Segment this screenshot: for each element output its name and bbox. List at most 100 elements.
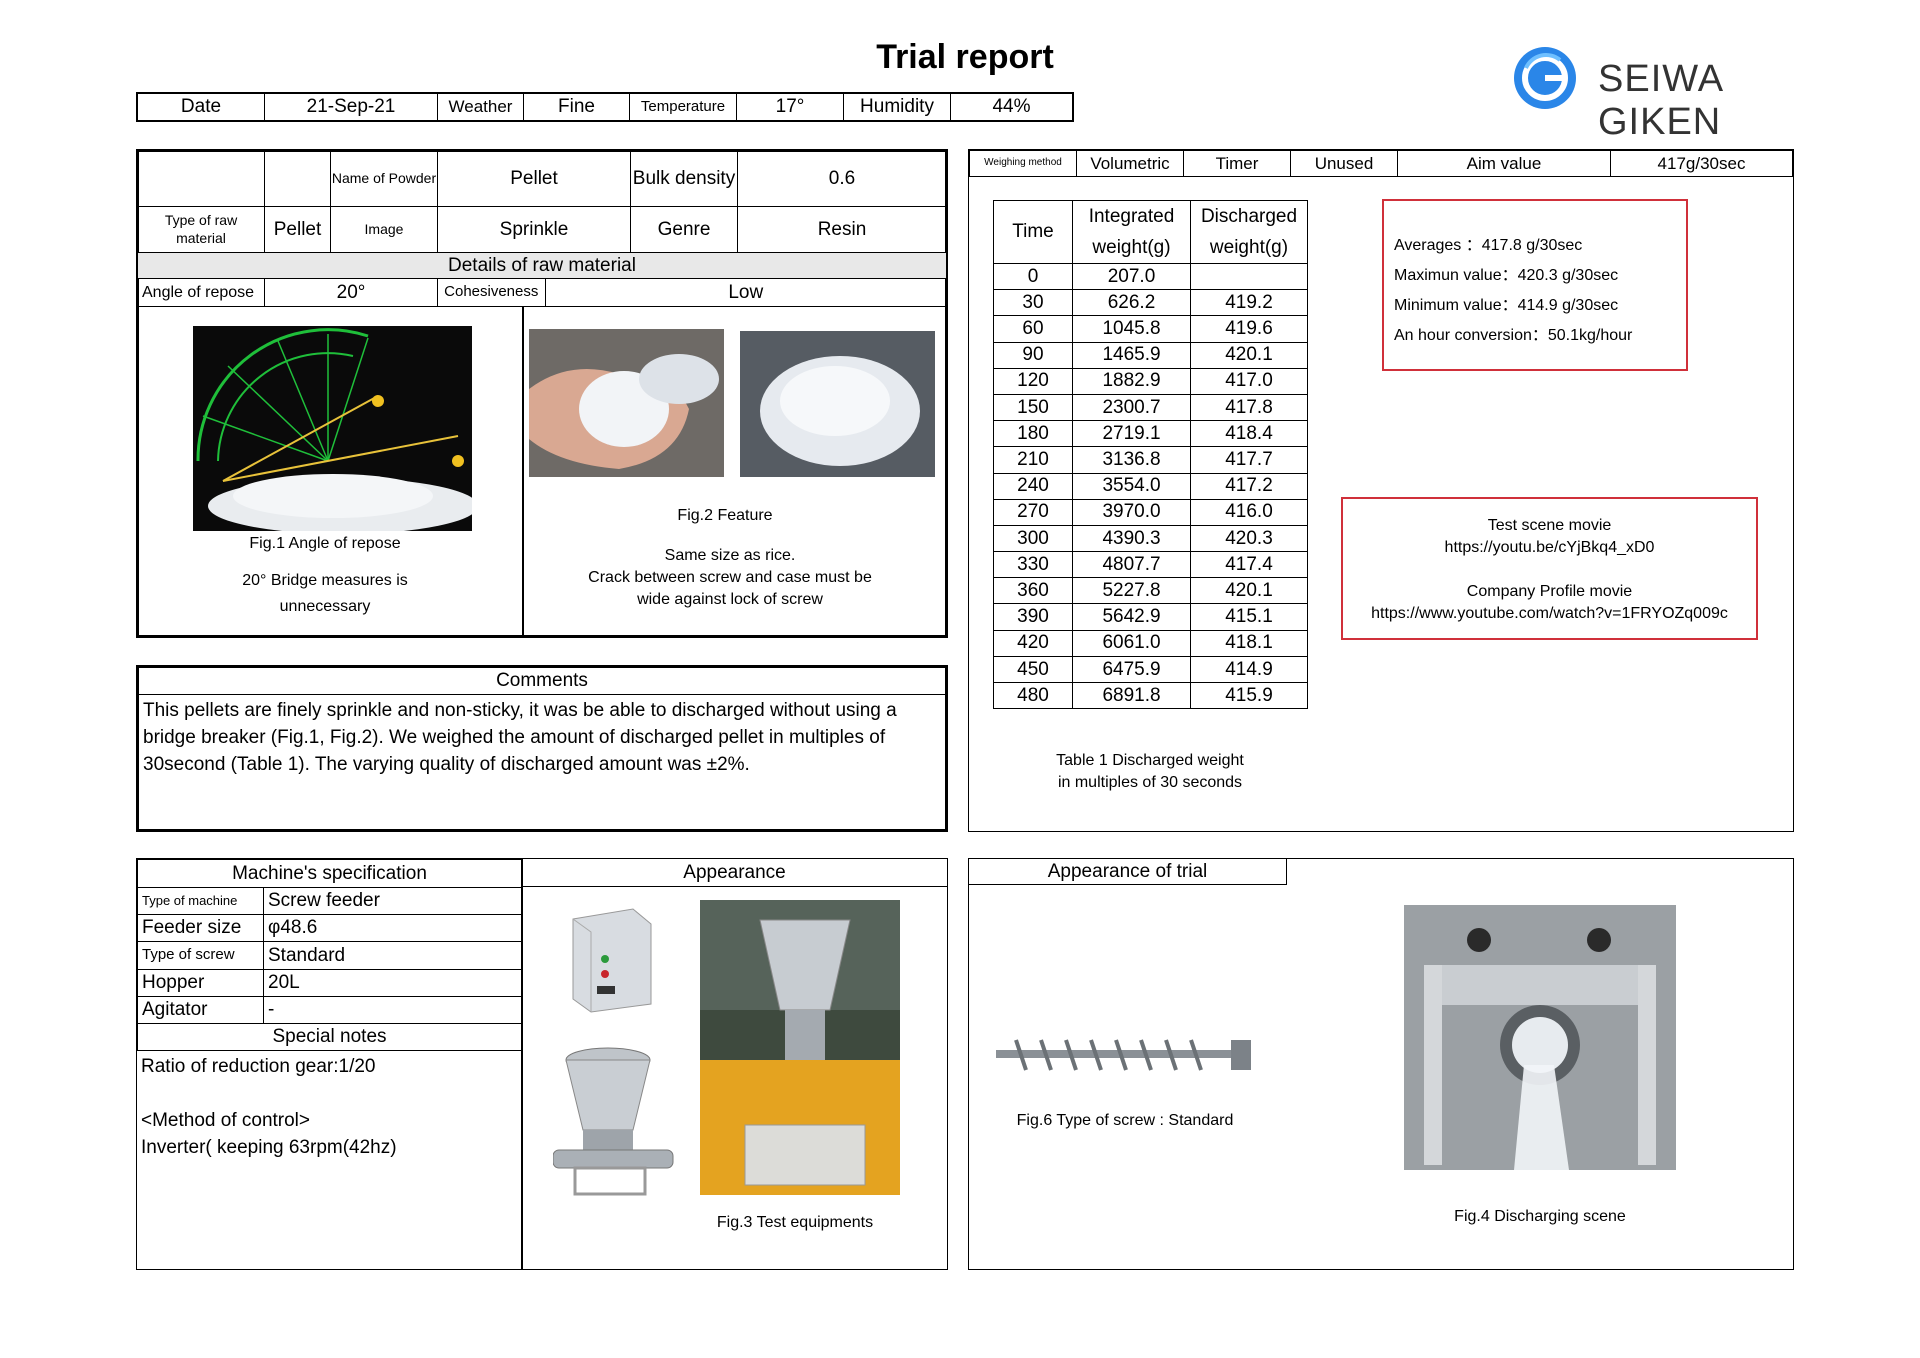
aim-value: 417g/30sec xyxy=(1610,150,1793,177)
feeder-size-value: φ48.6 xyxy=(263,914,522,943)
col-time: Time xyxy=(993,200,1073,264)
note-reduction-gear: Ratio of reduction gear:1/20 xyxy=(141,1056,376,1077)
machine-type-label: Type of machine xyxy=(137,887,264,916)
method-label: Weighing method xyxy=(969,150,1077,177)
method-value: Volumetric xyxy=(1076,150,1184,177)
discharging-scene-photo xyxy=(1404,905,1676,1170)
cell-discharged: 417.2 xyxy=(1190,472,1308,500)
table-row: 360 5227.8 420.1 xyxy=(993,577,1308,605)
movie-link-2[interactable]: https://www.youtube.com/watch?v=1FRYOZq0… xyxy=(1343,603,1756,625)
table-caption-1: Table 1 Discharged weight xyxy=(1056,752,1244,769)
cell-time: 480 xyxy=(993,681,1073,710)
table-row: 240 3554.0 417.2 xyxy=(993,472,1308,500)
type-value: Pellet xyxy=(264,206,331,253)
table-row: 390 5642.9 415.1 xyxy=(993,603,1308,631)
cell-discharged: 419.2 xyxy=(1190,289,1308,317)
table-caption-2: in multiples of 30 seconds xyxy=(1057,774,1243,791)
material-table: Name of Powder Pellet Bulk density 0.6 T… xyxy=(137,150,947,307)
logo-text: SEIWA GIKEN xyxy=(1598,58,1722,143)
cell-time: 240 xyxy=(993,472,1073,500)
fig1-angle-photo xyxy=(193,326,472,531)
machine-type-value: Screw feeder xyxy=(263,887,522,916)
col-discharged: Discharged weight(g) xyxy=(1190,200,1308,264)
cohesive-label: Cohesiveness xyxy=(438,279,546,306)
cell-discharged: 417.4 xyxy=(1190,551,1308,579)
cell-discharged: 414.9 xyxy=(1190,655,1308,684)
weather-label: Weather xyxy=(437,93,524,121)
feeder-size-label: Feeder size xyxy=(137,914,264,943)
stat-max: Maximun value：420.3 g/30sec xyxy=(1394,267,1619,284)
trial-title: Appearance of trial xyxy=(969,859,1287,885)
cell-time: 180 xyxy=(993,420,1073,448)
angle-label: Angle of repose xyxy=(137,278,265,307)
cell-integrated: 2300.7 xyxy=(1072,393,1191,422)
screw-type-label: Type of screw xyxy=(137,941,264,970)
table-row: 330 4807.7 417.4 xyxy=(993,551,1308,579)
screw-photo xyxy=(996,1030,1253,1080)
agitator-label: Agitator xyxy=(137,995,264,1024)
fig2-hand-photo xyxy=(529,329,724,477)
cell-integrated: 4807.7 xyxy=(1072,551,1191,579)
date-label: Date xyxy=(137,93,265,121)
details-title: Details of raw material xyxy=(137,252,947,279)
genre-value: Resin xyxy=(737,206,947,253)
aim-label: Aim value xyxy=(1397,150,1611,177)
col-integrated: Integrated weight(g) xyxy=(1072,200,1191,264)
name-value: Pellet xyxy=(437,150,631,207)
cell-discharged xyxy=(1190,262,1308,291)
fig2-note-3: wide against lock of screw xyxy=(637,591,823,608)
movie-title-2: Company Profile movie xyxy=(1466,583,1633,600)
cell-discharged: 419.6 xyxy=(1190,315,1308,343)
company-logo: SEIWA GIKEN xyxy=(1512,42,1842,143)
cell-time: 150 xyxy=(993,393,1073,422)
test-equipment-photo xyxy=(700,900,900,1195)
humidity-value: 44% xyxy=(950,93,1073,121)
temperature-value: 17° xyxy=(736,93,844,121)
note-method-control: <Method of control> xyxy=(141,1110,310,1131)
cell-discharged: 417.7 xyxy=(1190,446,1308,474)
date-value: 21-Sep-21 xyxy=(264,93,438,121)
name-label: Name of Powder xyxy=(330,150,438,207)
logo-mark-icon xyxy=(1514,47,1576,109)
cell-time: 210 xyxy=(993,446,1073,474)
cohesive-value: Low xyxy=(728,281,764,303)
cell-integrated: 2719.1 xyxy=(1072,420,1191,448)
type-label: Type of raw material xyxy=(137,206,265,253)
cell-time: 390 xyxy=(993,603,1073,631)
temperature-label: Temperature xyxy=(629,93,737,121)
table-row: 0 207.0 xyxy=(993,262,1308,291)
cell-time: 270 xyxy=(993,498,1073,526)
fig2-note-1: Same size as rice. xyxy=(664,547,796,564)
cell-integrated: 6891.8 xyxy=(1072,681,1191,710)
cell-discharged: 420.1 xyxy=(1190,577,1308,605)
fig4-caption: Fig.4 Discharging scene xyxy=(1454,1208,1626,1225)
table-row: 90 1465.9 420.1 xyxy=(993,341,1308,369)
comments-title: Comments xyxy=(139,668,945,695)
fig2-caption: Fig.2 Feature xyxy=(677,507,773,524)
movie-link-1[interactable]: https://youtu.be/cYjBkq4_xD0 xyxy=(1343,537,1756,559)
bulk-value: 0.6 xyxy=(737,150,947,207)
weighing-header: Weighing method Volumetric Timer Unused … xyxy=(969,150,1793,177)
fig1-note-1: 20° Bridge measures is xyxy=(242,572,408,589)
cell-time: 120 xyxy=(993,367,1073,395)
genre-label: Genre xyxy=(630,206,738,253)
cell-time: 90 xyxy=(993,341,1073,369)
feeder-unit-photo xyxy=(553,1040,678,1200)
cell-integrated: 1045.8 xyxy=(1072,315,1191,343)
cell-integrated: 3554.0 xyxy=(1072,472,1191,500)
cell-time: 420 xyxy=(993,629,1073,657)
controller-photo xyxy=(563,904,658,1014)
table-row: 480 6891.8 415.9 xyxy=(993,681,1308,710)
movie-box: Test scene movie https://youtu.be/cYjBkq… xyxy=(1341,497,1758,640)
cell-discharged: 420.3 xyxy=(1190,524,1308,553)
table-row: 180 2719.1 418.4 xyxy=(993,420,1308,448)
comments-text: This pellets are finely sprinkle and non… xyxy=(143,700,897,775)
bulk-label: Bulk density xyxy=(630,150,738,207)
table-row: 420 6061.0 418.1 xyxy=(993,629,1308,657)
table-row: 150 2300.7 417.8 xyxy=(993,393,1308,422)
notes-title: Special notes xyxy=(137,1022,522,1052)
cell-integrated: 5642.9 xyxy=(1072,603,1191,631)
cell-time: 360 xyxy=(993,577,1073,605)
cell-time: 30 xyxy=(993,289,1073,317)
cell-integrated: 1465.9 xyxy=(1072,341,1191,369)
